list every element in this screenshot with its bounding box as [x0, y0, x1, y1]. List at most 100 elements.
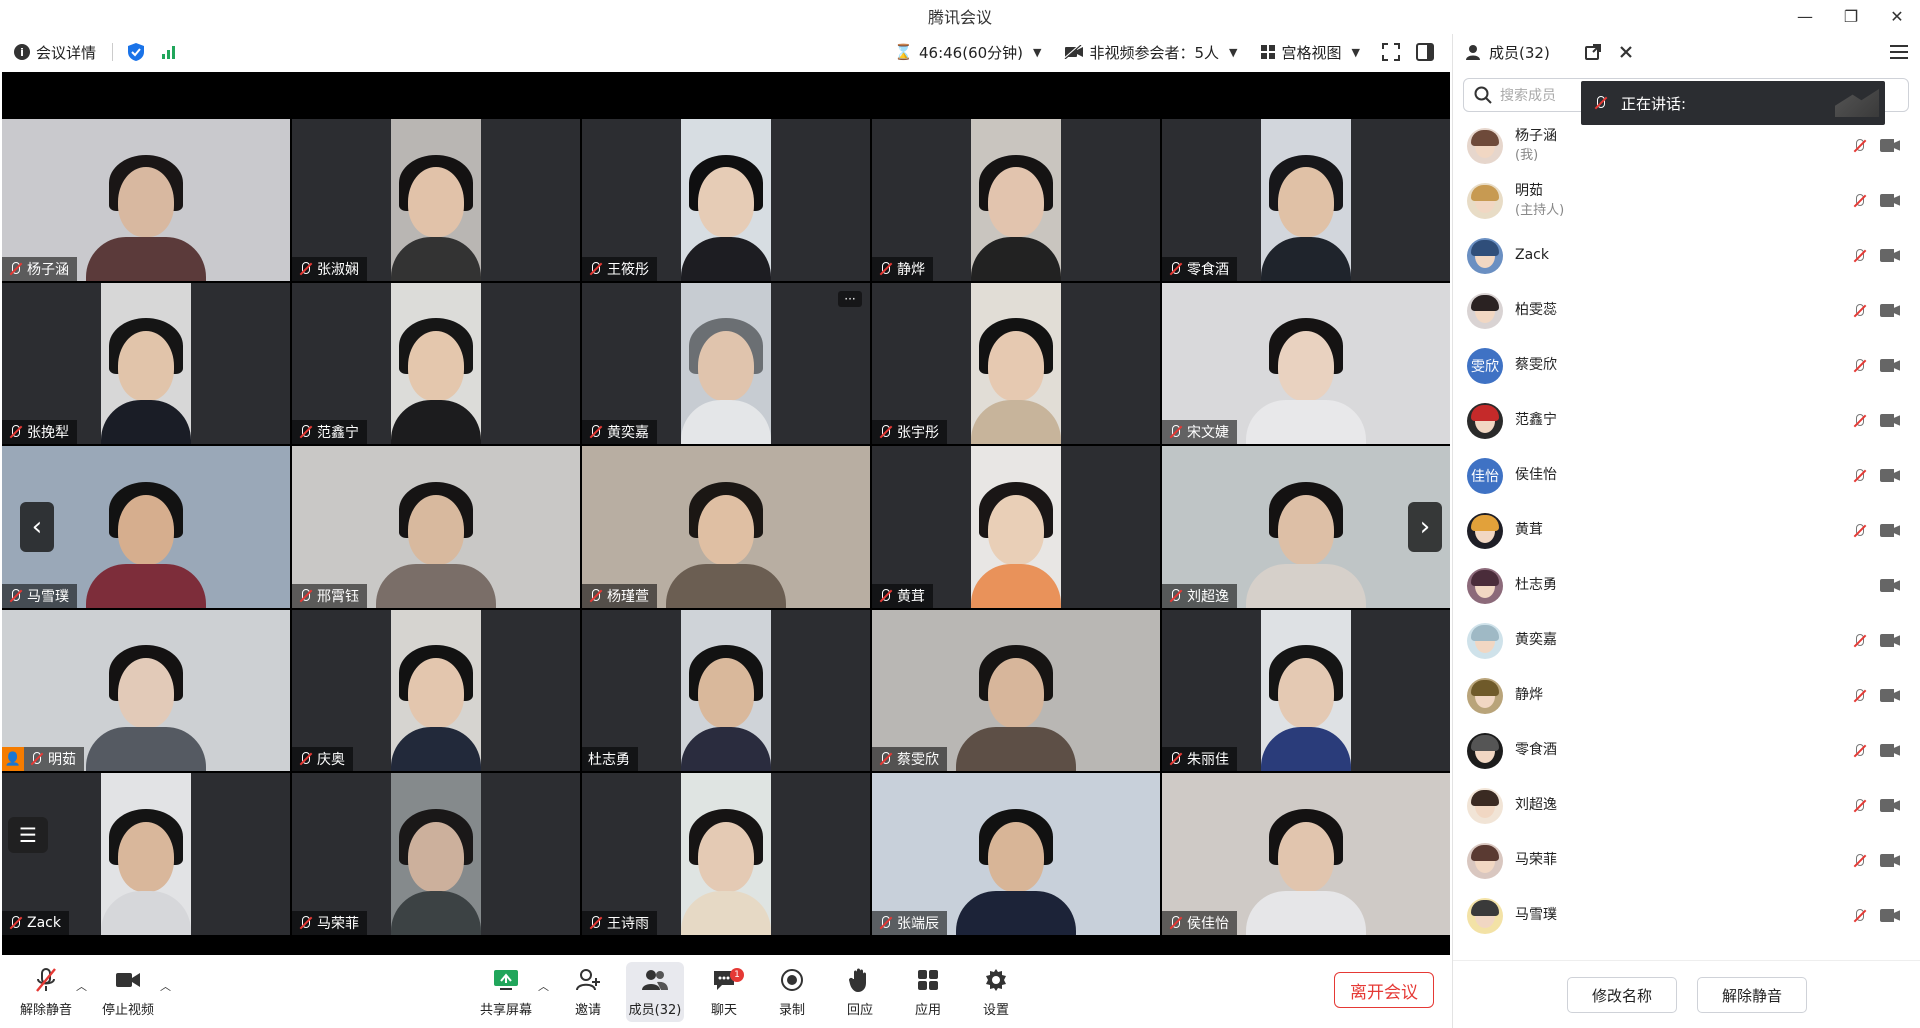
more-options-icon[interactable]: ···: [838, 290, 862, 307]
video-tile[interactable]: 刘超逸 ›: [1162, 446, 1450, 608]
video-camera-icon[interactable]: [1880, 304, 1900, 317]
video-tile[interactable]: 范鑫宁: [292, 282, 580, 445]
video-tile[interactable]: 张端辰: [872, 773, 1160, 935]
video-tile[interactable]: 蔡雯欣: [872, 609, 1160, 772]
video-tile[interactable]: 马雪璞 ‹: [2, 446, 290, 608]
mic-muted-icon[interactable]: [1852, 743, 1866, 759]
video-tile[interactable]: 杨子涵: [2, 119, 290, 281]
minimize-button[interactable]: —: [1782, 0, 1828, 32]
member-list-item[interactable]: 黄茸: [1467, 503, 1920, 558]
unmute-all-button[interactable]: 解除静音: [1697, 977, 1807, 1013]
meeting-timer[interactable]: ⌛ 46:46(60分钟) ▼: [894, 42, 1041, 63]
member-list-item[interactable]: 刘超逸: [1467, 778, 1920, 833]
video-camera-icon[interactable]: [1880, 854, 1900, 867]
apps-button[interactable]: 应用: [898, 962, 958, 1022]
video-tile[interactable]: 朱丽佳: [1162, 609, 1450, 772]
video-camera-icon[interactable]: [1880, 139, 1900, 152]
invite-button[interactable]: 邀请: [558, 962, 618, 1022]
mic-muted-icon[interactable]: [1852, 468, 1866, 484]
network-signal-button[interactable]: [161, 45, 177, 59]
video-camera-icon[interactable]: [1880, 249, 1900, 262]
video-tile[interactable]: Zack ☰: [2, 773, 290, 935]
video-tile[interactable]: 杜志勇: [582, 609, 870, 772]
rename-button[interactable]: 修改名称: [1567, 977, 1677, 1013]
video-camera-icon[interactable]: [1880, 634, 1900, 647]
video-tile[interactable]: 王筱彤: [582, 119, 870, 281]
mic-muted-icon[interactable]: [1852, 138, 1866, 154]
pop-out-icon[interactable]: [1585, 44, 1601, 60]
chat-button[interactable]: 1 聊天: [694, 962, 754, 1022]
mic-muted-icon[interactable]: [1852, 908, 1866, 924]
member-list-item[interactable]: Zack: [1467, 228, 1920, 283]
video-tile[interactable]: 宋文婕: [1162, 282, 1450, 445]
mic-muted-icon[interactable]: [1852, 193, 1866, 209]
mic-muted-icon[interactable]: [1852, 688, 1866, 704]
video-tile[interactable]: 张宇彤: [872, 282, 1160, 445]
member-list-item[interactable]: 马荣菲: [1467, 833, 1920, 888]
close-window-button[interactable]: ✕: [1874, 0, 1920, 32]
video-camera-icon[interactable]: [1880, 194, 1900, 207]
mic-muted-icon[interactable]: [1852, 358, 1866, 374]
video-tile[interactable]: 王诗雨: [582, 773, 870, 935]
restore-button[interactable]: ❐: [1828, 0, 1874, 32]
member-list-item[interactable]: 黄奕嘉: [1467, 613, 1920, 668]
video-options-caret[interactable]: ︿: [160, 978, 171, 994]
fullscreen-button[interactable]: [1382, 43, 1400, 61]
record-button[interactable]: 录制: [762, 962, 822, 1022]
video-tile[interactable]: 零食酒: [1162, 119, 1450, 281]
video-tile[interactable]: 杨瑾萱: [582, 446, 870, 608]
video-camera-icon[interactable]: [1880, 359, 1900, 372]
non-video-participants[interactable]: 非视频参会者：5人 ▼: [1063, 42, 1238, 63]
video-tile[interactable]: 邢霄钰: [292, 446, 580, 608]
share-screen-button[interactable]: 共享屏幕: [476, 962, 536, 1022]
video-camera-icon[interactable]: [1880, 579, 1900, 592]
settings-button[interactable]: 设置: [966, 962, 1026, 1022]
member-list-item[interactable]: 柏雯蕊: [1467, 283, 1920, 338]
member-list-item[interactable]: 雯欣 蔡雯欣: [1467, 338, 1920, 393]
audio-options-caret[interactable]: ︿: [76, 978, 87, 994]
video-camera-icon[interactable]: [1880, 744, 1900, 757]
mic-muted-icon[interactable]: [1852, 248, 1866, 264]
mic-muted-icon[interactable]: [1852, 633, 1866, 649]
member-list-item[interactable]: 零食酒: [1467, 723, 1920, 778]
video-tile[interactable]: 👤 明茹: [2, 609, 290, 772]
video-tile[interactable]: 侯佳怡: [1162, 773, 1450, 935]
video-camera-icon[interactable]: [1880, 414, 1900, 427]
toggle-panel-button[interactable]: [1416, 43, 1434, 61]
video-tile[interactable]: 黄奕嘉 ···: [582, 282, 870, 445]
mic-muted-icon[interactable]: [1852, 303, 1866, 319]
video-tile[interactable]: 庆奥: [292, 609, 580, 772]
video-camera-icon[interactable]: [1880, 524, 1900, 537]
meeting-details-button[interactable]: i 会议详情: [14, 42, 96, 63]
member-list-item[interactable]: 明茹 (主持人): [1467, 173, 1920, 228]
member-list-item[interactable]: 杨子涵 (我): [1467, 118, 1920, 173]
member-list-item[interactable]: 静烨: [1467, 668, 1920, 723]
video-tile[interactable]: 黄茸: [872, 446, 1160, 608]
mic-muted-icon[interactable]: [1852, 853, 1866, 869]
close-panel-icon[interactable]: [1619, 45, 1633, 59]
share-options-caret[interactable]: ︿: [538, 978, 549, 994]
reactions-button[interactable]: 回应: [830, 962, 890, 1022]
stop-video-button[interactable]: 停止视频: [98, 962, 158, 1022]
video-camera-icon[interactable]: [1880, 689, 1900, 702]
leave-meeting-button[interactable]: 离开会议: [1334, 972, 1434, 1008]
video-camera-icon[interactable]: [1880, 469, 1900, 482]
member-list-item[interactable]: 杜志勇: [1467, 558, 1920, 613]
next-page-button[interactable]: ›: [1408, 501, 1442, 552]
video-tile[interactable]: 张挽犁: [2, 282, 290, 445]
mic-muted-icon[interactable]: [1852, 523, 1866, 539]
video-tile[interactable]: 张淑娴: [292, 119, 580, 281]
member-list-item[interactable]: 范鑫宁: [1467, 393, 1920, 448]
member-list-item[interactable]: 佳怡 侯佳怡: [1467, 448, 1920, 503]
list-view-toggle-icon[interactable]: ☰: [8, 817, 48, 854]
video-tile[interactable]: 静烨: [872, 119, 1160, 281]
security-shield-button[interactable]: [127, 42, 145, 62]
member-list-item[interactable]: 马雪璞: [1467, 888, 1920, 943]
hamburger-menu-icon[interactable]: [1890, 45, 1908, 59]
video-camera-icon[interactable]: [1880, 909, 1900, 922]
video-camera-icon[interactable]: [1880, 799, 1900, 812]
previous-page-button[interactable]: ‹: [20, 501, 54, 552]
video-tile[interactable]: 马荣菲: [292, 773, 580, 935]
unmute-button[interactable]: 解除静音: [16, 962, 76, 1022]
view-mode-selector[interactable]: 宫格视图 ▼: [1260, 42, 1360, 63]
